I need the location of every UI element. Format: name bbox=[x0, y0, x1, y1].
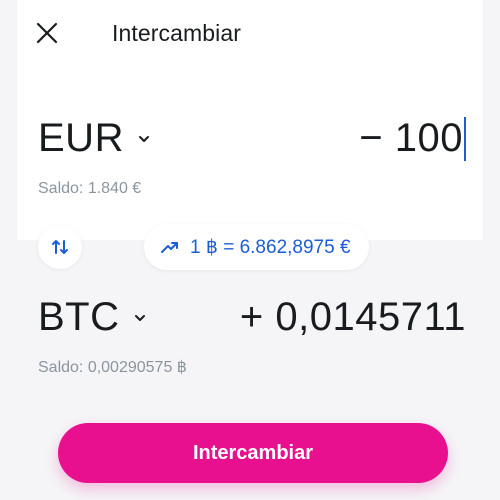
exchange-button[interactable]: Intercambiar bbox=[58, 423, 448, 483]
close-button[interactable] bbox=[32, 18, 62, 48]
from-amount-input[interactable]: − 100 bbox=[359, 116, 466, 161]
chevron-down-icon bbox=[134, 314, 145, 321]
from-balance: Saldo: 1.840 € bbox=[38, 180, 142, 197]
chevron-down-icon bbox=[138, 135, 149, 142]
page-title: Intercambiar bbox=[112, 20, 242, 46]
close-icon bbox=[36, 22, 58, 44]
from-amount-value: − 100 bbox=[359, 116, 463, 160]
to-currency-selector[interactable]: BTC bbox=[38, 295, 148, 340]
exchange-rate-text: 1 ฿ = 6.862,8975 € bbox=[190, 236, 351, 258]
swap-currencies-button[interactable] bbox=[38, 225, 82, 269]
from-currency-selector[interactable]: EUR bbox=[38, 116, 152, 161]
trending-up-icon bbox=[161, 242, 178, 253]
to-balance: Saldo: 0,00290575 ฿ bbox=[38, 359, 187, 376]
exchange-screen: Intercambiar EUR − 100 Saldo: 1.840 € BT… bbox=[17, 0, 483, 500]
from-currency-panel: EUR − 100 Saldo: 1.840 € bbox=[17, 68, 483, 240]
top-bar: Intercambiar bbox=[17, 0, 483, 68]
swap-vertical-icon bbox=[52, 240, 68, 254]
from-currency-code: EUR bbox=[38, 116, 124, 160]
to-amount-value: + 0,0145711 bbox=[239, 295, 466, 339]
to-currency-code: BTC bbox=[38, 295, 120, 339]
exchange-rate-pill[interactable]: 1 ฿ = 6.862,8975 € bbox=[144, 224, 369, 270]
text-caret bbox=[464, 116, 466, 161]
